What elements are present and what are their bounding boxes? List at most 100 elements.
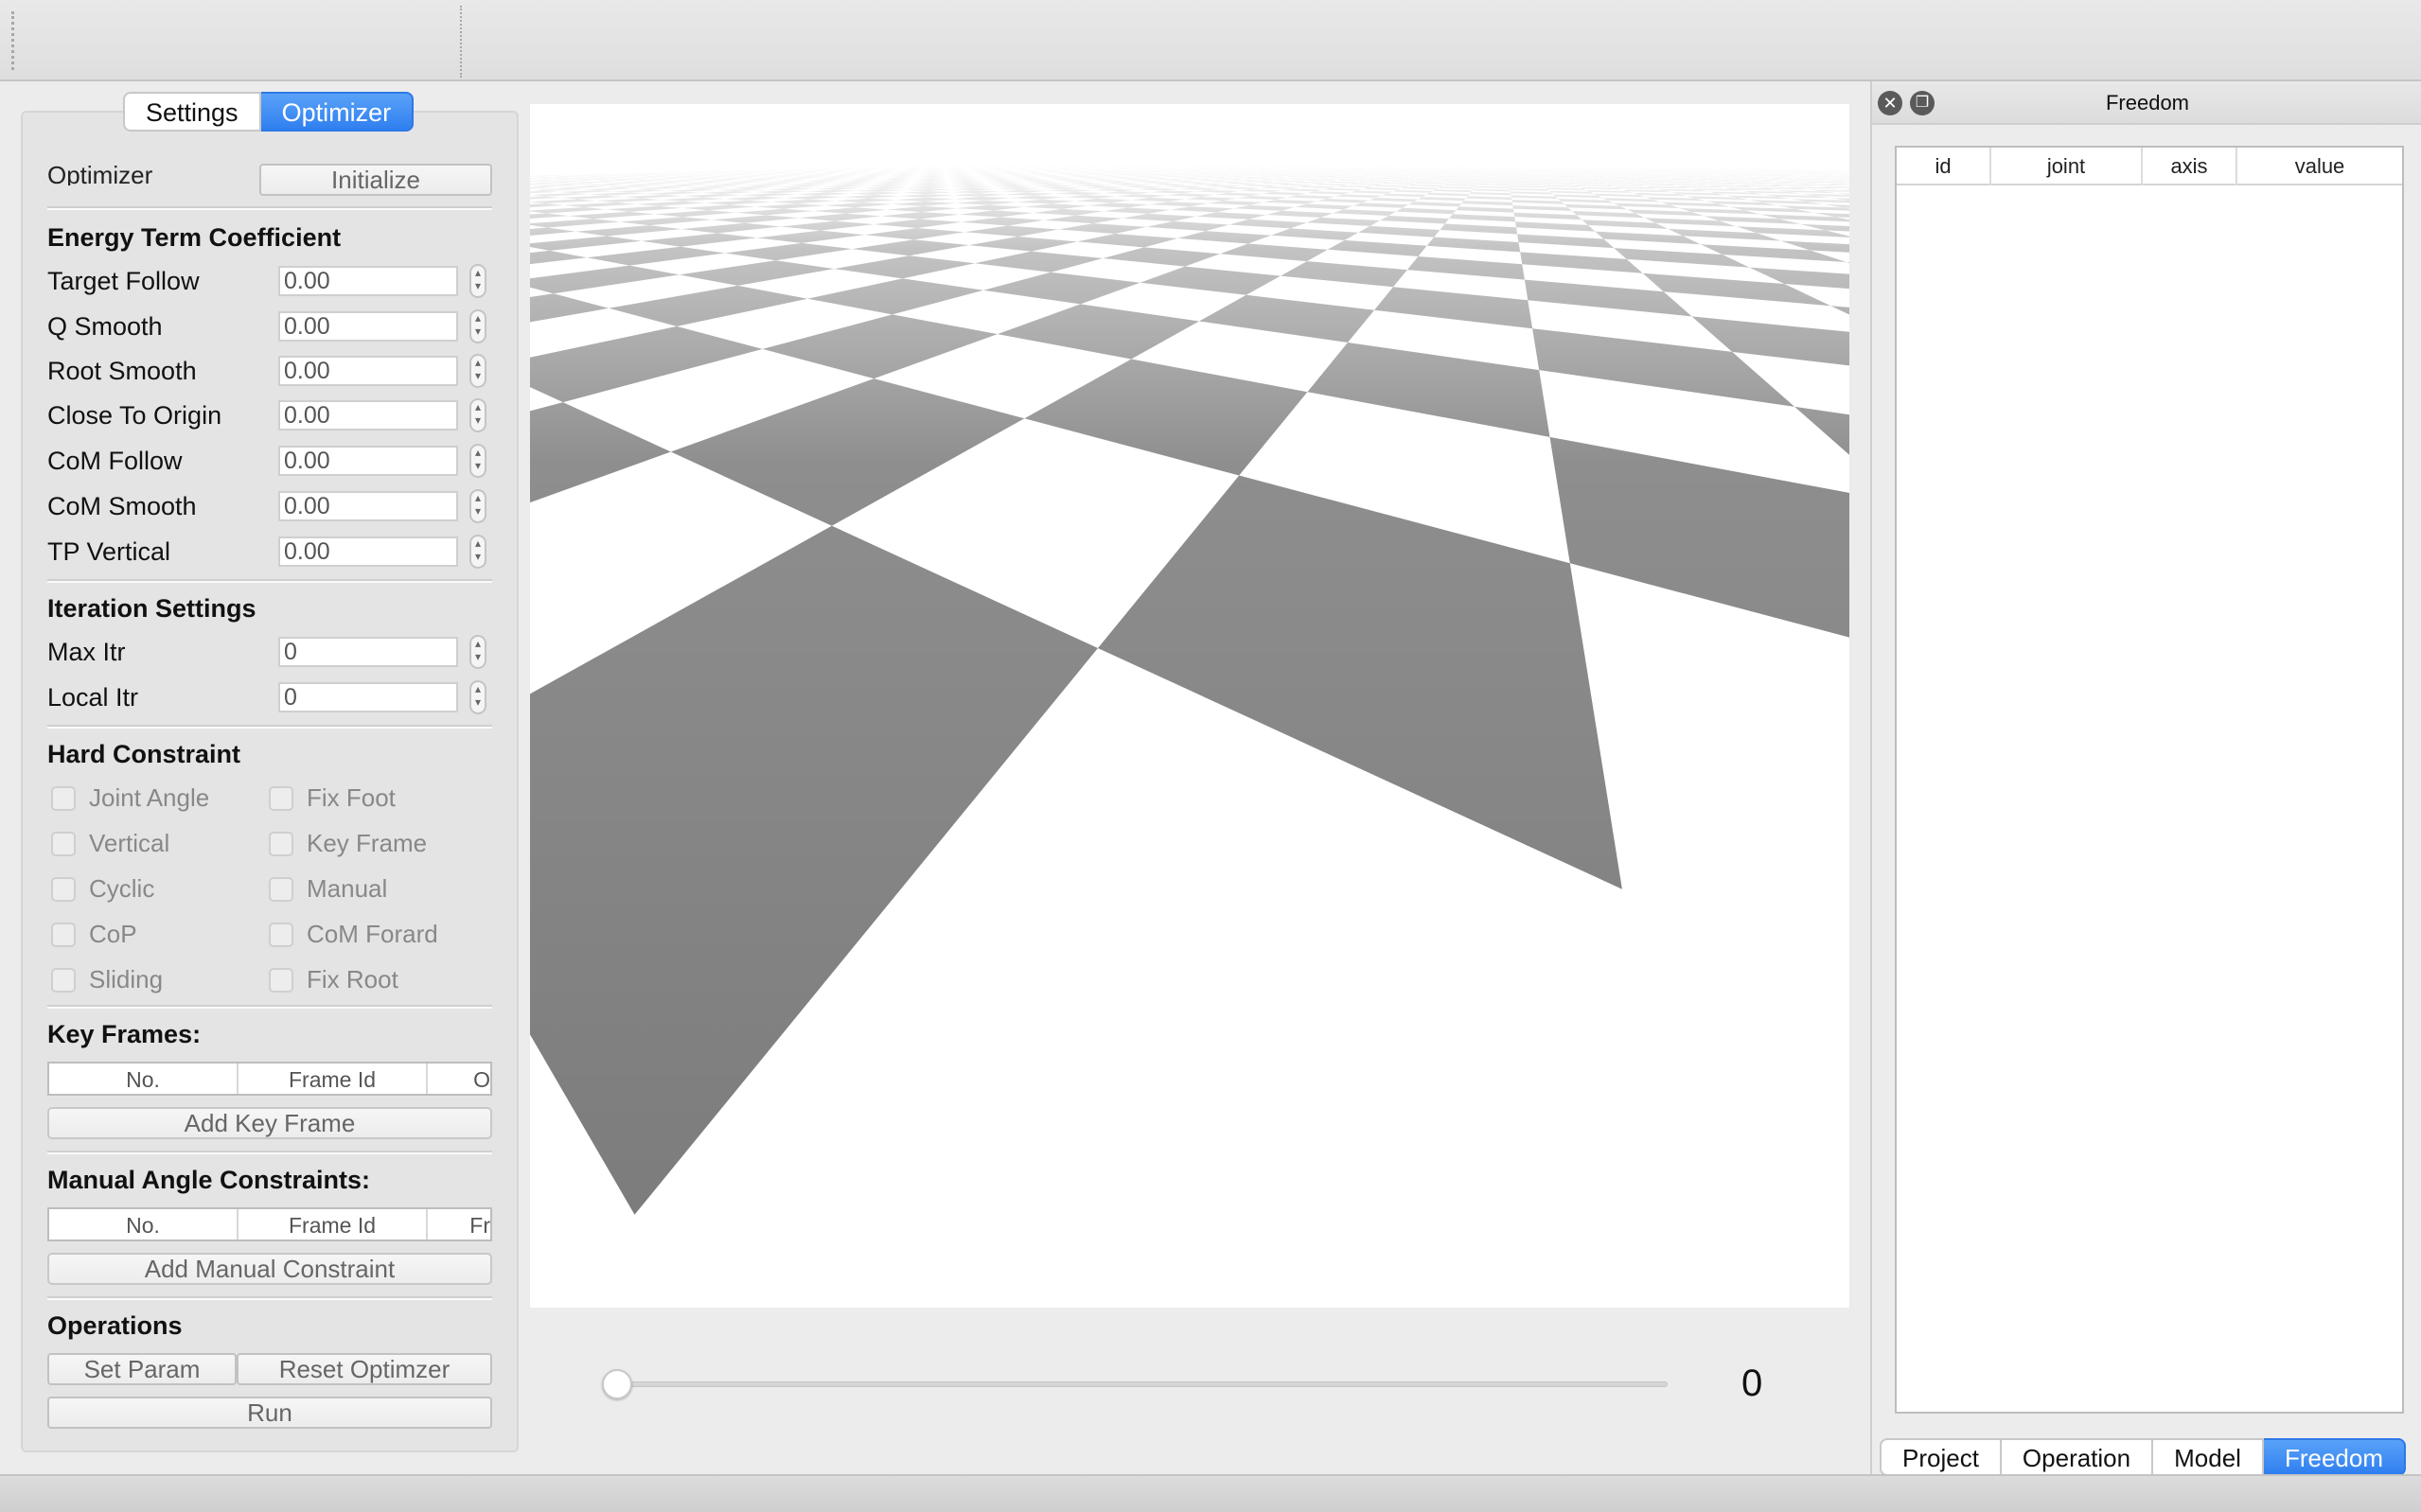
checkbox-fix-root[interactable]: Fix Root <box>269 965 398 994</box>
tab-operation[interactable]: Operation <box>2001 1438 2154 1476</box>
checkerboard-floor <box>530 104 1849 1308</box>
checkbox-fix-foot[interactable]: Fix Foot <box>269 783 396 813</box>
close-to-origin-input[interactable]: 0.00 <box>278 400 458 431</box>
column-header[interactable]: Frame Id <box>239 1064 428 1094</box>
checkbox-key-frame[interactable]: Key Frame <box>269 829 427 858</box>
checkbox-manual[interactable]: Manual <box>269 874 387 904</box>
manual-constraints-table[interactable]: No. Frame Id Fr <box>47 1207 492 1241</box>
max-itr-stepper[interactable]: ▴ ▾ <box>469 635 486 669</box>
checkbox-com-forard[interactable]: CoM Forard <box>269 920 438 949</box>
target-follow-stepper[interactable]: ▴ ▾ <box>469 264 486 298</box>
target-follow-input[interactable]: 0.00 <box>278 266 458 296</box>
column-header[interactable]: joint <box>1991 148 2143 185</box>
float-window-icon[interactable]: ❐ <box>1910 91 1935 115</box>
dock-tab-bar: Project Operation Model Freedom <box>1880 1438 2406 1476</box>
column-header[interactable]: axis <box>2143 148 2237 185</box>
checkbox-sliding[interactable]: Sliding <box>51 965 163 994</box>
tp-vertical-stepper[interactable]: ▴ ▾ <box>469 535 486 569</box>
checkbox-label: Fix Root <box>307 965 398 993</box>
target-follow-label: Target Follow <box>47 267 200 295</box>
close-icon[interactable]: ✕ <box>1878 91 1902 115</box>
set-param-button[interactable]: Set Param <box>47 1353 237 1385</box>
checkbox-joint-angle[interactable]: Joint Angle <box>51 783 209 813</box>
divider <box>47 1151 492 1154</box>
q-smooth-stepper[interactable]: ▴ ▾ <box>469 309 486 343</box>
horizon-fog <box>530 104 1849 1308</box>
dock-title[interactable]: Freedom <box>1872 81 2421 125</box>
key-frames-title: Key Frames: <box>47 1020 202 1048</box>
com-smooth-label: CoM Smooth <box>47 492 197 520</box>
checkbox-label: Vertical <box>89 829 170 857</box>
energy-section-title: Energy Term Coefficient <box>47 223 342 252</box>
manual-constraints-title: Manual Angle Constraints: <box>47 1166 371 1194</box>
timeline-slider-handle[interactable] <box>602 1369 632 1399</box>
timeline-slider-track[interactable] <box>604 1381 1668 1387</box>
local-itr-stepper[interactable]: ▴ ▾ <box>469 680 486 714</box>
checkbox-box[interactable] <box>269 922 293 947</box>
tp-vertical-input[interactable]: 0.00 <box>278 536 458 567</box>
checkbox-vertical[interactable]: Vertical <box>51 829 169 858</box>
column-header[interactable]: Fr <box>428 1209 490 1239</box>
checkbox-label: Manual <box>307 874 388 903</box>
column-header[interactable]: O <box>428 1064 490 1094</box>
close-to-origin-stepper[interactable]: ▴ ▾ <box>469 398 486 432</box>
checkbox-box[interactable] <box>269 876 293 902</box>
checkbox-box[interactable] <box>269 831 293 856</box>
divider <box>47 579 492 583</box>
iteration-section-title: Iteration Settings <box>47 594 256 623</box>
left-tab-bar: Settings Optimizer <box>123 92 415 132</box>
root-smooth-label: Root Smooth <box>47 357 197 385</box>
column-header[interactable]: Frame Id <box>239 1209 428 1239</box>
checkbox-box[interactable] <box>51 785 76 811</box>
divider <box>47 206 492 210</box>
checkbox-label: Key Frame <box>307 829 428 857</box>
checkbox-cop[interactable]: CoP <box>51 920 137 949</box>
operations-title: Operations <box>47 1311 183 1340</box>
optimizer-label: Optimizer <box>47 161 153 185</box>
key-frames-table[interactable]: No. Frame Id O <box>47 1062 492 1096</box>
checkbox-cyclic[interactable]: Cyclic <box>51 874 154 904</box>
com-smooth-input[interactable]: 0.00 <box>278 491 458 521</box>
com-follow-label: CoM Follow <box>47 447 183 475</box>
tab-settings[interactable]: Settings <box>123 92 261 132</box>
close-to-origin-label: Close To Origin <box>47 401 222 430</box>
com-smooth-stepper[interactable]: ▴ ▾ <box>469 489 486 523</box>
reset-optimizer-button[interactable]: Reset Optimzer <box>237 1353 492 1385</box>
run-button[interactable]: Run <box>47 1397 492 1429</box>
column-header[interactable]: id <box>1897 148 1991 185</box>
checkbox-box[interactable] <box>269 967 293 993</box>
tab-optimizer[interactable]: Optimizer <box>260 92 415 132</box>
root-smooth-input[interactable]: 0.00 <box>278 356 458 386</box>
checkbox-box[interactable] <box>269 785 293 811</box>
3d-viewport[interactable] <box>530 104 1849 1308</box>
checkbox-box[interactable] <box>51 831 76 856</box>
q-smooth-input[interactable]: 0.00 <box>278 311 458 342</box>
add-key-frame-button[interactable]: Add Key Frame <box>47 1107 492 1139</box>
tp-vertical-label: TP Vertical <box>47 537 171 566</box>
root-smooth-stepper[interactable]: ▴ ▾ <box>469 354 486 388</box>
freedom-dock: Freedom ✕ ❐ id joint axis value Project … <box>1870 81 2421 1476</box>
com-follow-stepper[interactable]: ▴ ▾ <box>469 444 486 478</box>
checkbox-label: Cyclic <box>89 874 155 903</box>
checkbox-box[interactable] <box>51 922 76 947</box>
checkbox-box[interactable] <box>51 876 76 902</box>
toolbar-drag-handle[interactable] <box>11 11 17 70</box>
tab-freedom[interactable]: Freedom <box>2263 1438 2406 1476</box>
add-manual-constraint-button[interactable]: Add Manual Constraint <box>47 1253 492 1285</box>
toolbar-separator[interactable] <box>460 6 462 78</box>
local-itr-input[interactable]: 0 <box>278 682 458 712</box>
column-header[interactable]: No. <box>49 1064 239 1094</box>
status-bar <box>0 1474 2421 1512</box>
checkbox-label: Sliding <box>89 965 164 993</box>
checkbox-label: CoP <box>89 920 137 948</box>
column-header[interactable]: No. <box>49 1209 239 1239</box>
initialize-button[interactable]: Initialize <box>259 164 492 196</box>
tab-model[interactable]: Model <box>2153 1438 2264 1476</box>
checkbox-box[interactable] <box>51 967 76 993</box>
max-itr-input[interactable]: 0 <box>278 637 458 667</box>
table-header: id joint axis value <box>1897 148 2402 185</box>
column-header[interactable]: value <box>2237 148 2402 185</box>
freedom-table[interactable]: id joint axis value <box>1895 146 2404 1414</box>
tab-project[interactable]: Project <box>1880 1438 2002 1476</box>
com-follow-input[interactable]: 0.00 <box>278 446 458 476</box>
